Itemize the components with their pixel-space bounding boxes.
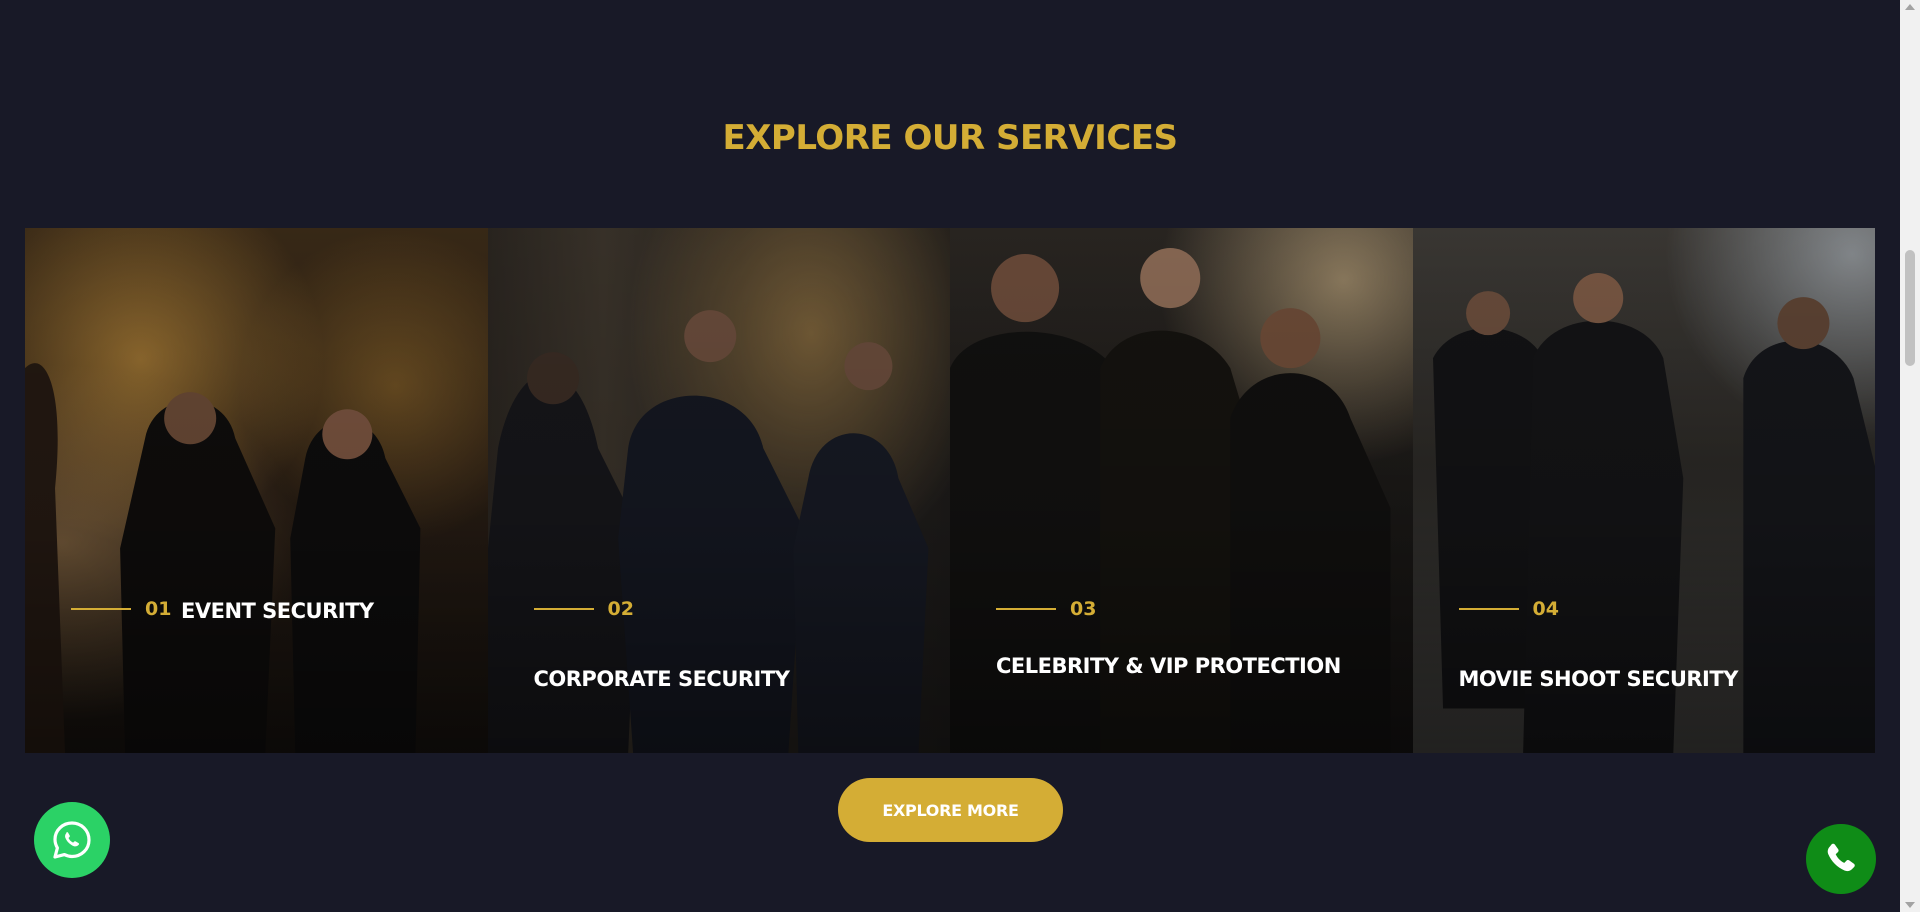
card-number: 01 — [145, 598, 172, 620]
service-card-movie-shoot-security[interactable]: 04 MOVIE SHOOT SECURITY — [1412, 228, 1875, 753]
page-scrollbar[interactable] — [1900, 0, 1920, 912]
card-label: 04 MOVIE SHOOT SECURITY — [1458, 598, 1839, 692]
service-card-celebrity-vip-protection[interactable]: 03 CELEBRITY & VIP PROTECTION — [950, 228, 1413, 753]
explore-more-button[interactable]: EXPLORE MORE — [838, 778, 1063, 842]
scroll-up-arrow-icon[interactable] — [1905, 4, 1915, 10]
scroll-thumb[interactable] — [1905, 250, 1915, 366]
number-accent-line — [533, 608, 594, 610]
card-number-row: 03 — [996, 598, 1376, 620]
section-title: EXPLORE OUR SERVICES — [722, 118, 1178, 158]
card-number-row: 02 — [533, 598, 914, 620]
call-button[interactable] — [1806, 824, 1876, 894]
card-title: CORPORATE SECURITY — [533, 667, 790, 691]
whatsapp-button[interactable] — [34, 802, 110, 878]
scroll-down-arrow-icon[interactable] — [1905, 902, 1915, 908]
card-label: 01 EVENT SECURITY — [71, 598, 451, 623]
card-overlay — [25, 228, 488, 753]
card-label: 03 CELEBRITY & VIP PROTECTION — [996, 598, 1376, 679]
number-accent-line — [1458, 608, 1519, 610]
card-label: 02 CORPORATE SECURITY — [533, 598, 914, 692]
service-card-event-security[interactable]: 01 EVENT SECURITY — [25, 228, 488, 753]
card-number: 04 — [1532, 598, 1559, 620]
number-accent-line — [71, 608, 131, 610]
card-title: CELEBRITY & VIP PROTECTION — [996, 654, 1341, 678]
card-number: 03 — [1070, 598, 1097, 620]
whatsapp-icon — [53, 821, 91, 859]
card-number-row: 04 — [1458, 598, 1839, 620]
service-card-corporate-security[interactable]: 02 CORPORATE SECURITY — [487, 228, 950, 753]
phone-icon — [1827, 843, 1855, 872]
card-title: EVENT SECURITY — [181, 599, 374, 623]
services-grid: 01 EVENT SECURITY 02 CORPORATE SECURITY … — [25, 228, 1875, 753]
number-accent-line — [996, 608, 1056, 610]
card-number: 02 — [607, 598, 634, 620]
card-title: MOVIE SHOOT SECURITY — [1458, 667, 1739, 691]
services-page: EXPLORE OUR SERVICES 01 EVENT SECURITY 0… — [0, 0, 1920, 912]
